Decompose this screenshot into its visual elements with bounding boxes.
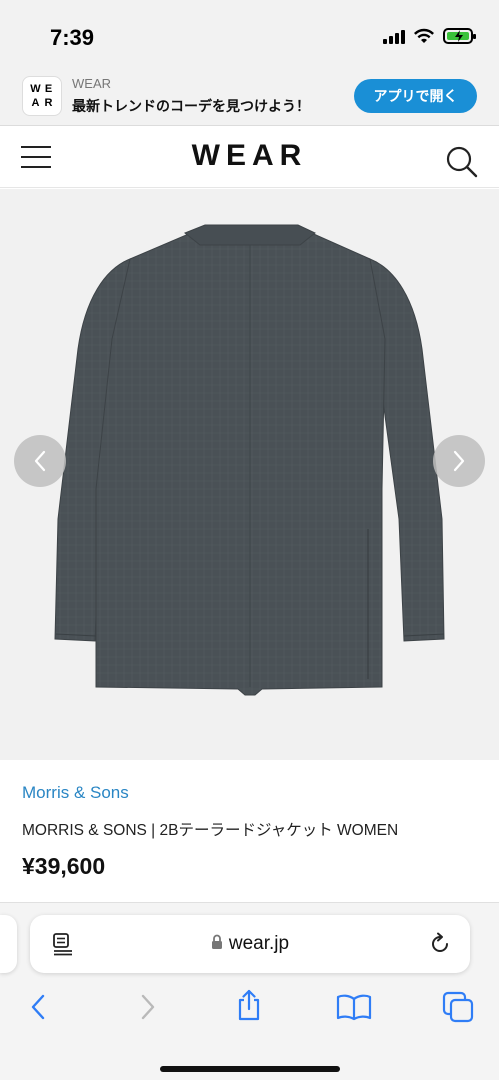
open-in-app-button[interactable]: アプリで開く [354,79,477,113]
forward-icon[interactable] [136,993,158,1021]
status-bar: 7:39 [0,0,499,72]
chevron-left-icon [34,450,46,472]
status-icons [383,28,476,44]
product-image[interactable] [0,189,499,760]
search-icon[interactable] [445,145,479,179]
bookmarks-icon[interactable] [336,993,372,1021]
lock-icon [211,934,222,949]
carousel-prev-button[interactable] [14,435,66,487]
url-text: wear.jp [228,933,290,954]
brand-link[interactable]: Morris & Sons [22,783,129,803]
site-header: WEAR [0,126,499,188]
wifi-icon [414,28,434,43]
app-logo: W E A R [22,76,62,116]
app-tagline: 最新トレンドのコーデを見つけよう！ [72,98,310,114]
back-icon[interactable] [28,993,50,1021]
cellular-signal-icon [383,28,405,44]
home-indicator [160,1066,340,1072]
url-display[interactable]: wear.jp [30,933,470,955]
chevron-right-icon [453,450,465,472]
app-install-banner: W E A R WEAR 最新トレンドのコーデを見つけよう！ アプリで開く [0,72,499,126]
product-info: Morris & Sons MORRIS & SONS | 2Bテーラードジャケ… [0,760,499,902]
reload-icon[interactable] [428,932,452,956]
browser-bottom-bar: wear.jp [0,902,499,1080]
share-icon[interactable] [235,989,263,1021]
carousel-next-button[interactable] [433,435,485,487]
address-bar[interactable]: wear.jp [30,915,470,973]
app-name: WEAR [72,76,111,91]
tabs-icon[interactable] [442,991,474,1023]
browser-toolbar [0,981,499,1033]
product-name: MORRIS & SONS | 2Bテーラードジャケット WOMEN [22,822,399,839]
product-price: ¥39,600 [22,853,106,879]
site-logo[interactable]: WEAR [0,139,499,173]
status-time: 7:39 [50,25,95,50]
previous-tab-preview[interactable] [0,915,17,973]
battery-icon [443,28,476,44]
jacket-image [54,224,445,696]
